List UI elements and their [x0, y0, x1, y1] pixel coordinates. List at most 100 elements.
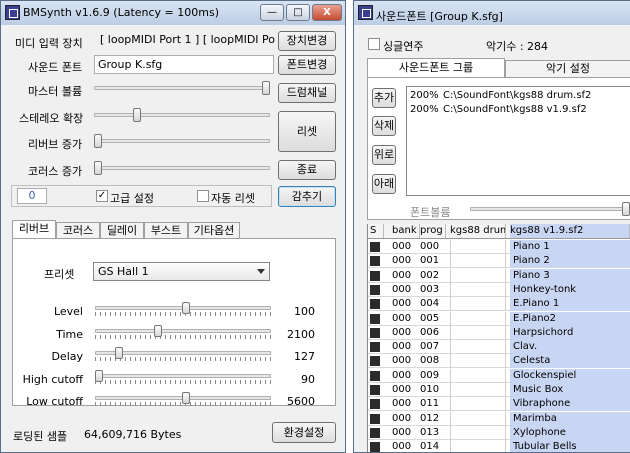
row-marker — [370, 313, 380, 324]
instrument-name: Harpsichord — [510, 325, 630, 340]
prog-cell: 011 — [420, 398, 440, 410]
table-row[interactable]: 000 011 Vibraphone — [368, 397, 630, 412]
table-row[interactable]: 000 002 Piano 3 — [368, 268, 630, 283]
add-button[interactable]: 추가 — [372, 88, 396, 108]
exit-button[interactable]: 종료 — [278, 160, 336, 180]
master-volume-label: 마스터 볼륨 — [28, 85, 83, 98]
title-bar[interactable]: BMSynth v1.6.9 (Latency = 100ms) — □ X — [1, 1, 345, 25]
slider-thumb[interactable] — [94, 161, 102, 175]
row-marker — [370, 270, 380, 281]
advanced-label: 고급 설정 — [110, 192, 154, 205]
drum-channel-button[interactable]: 드럼채널 — [278, 83, 336, 103]
slider-thumb[interactable] — [95, 369, 103, 382]
table-row[interactable]: 000 006 Harpsichord — [368, 325, 630, 340]
advanced-checkbox[interactable]: ✓ — [96, 190, 108, 202]
row-marker — [370, 399, 380, 410]
column-header[interactable]: kgs88 v1.9.sf2 — [510, 224, 630, 238]
param-slider[interactable] — [95, 392, 271, 407]
slider-thumb[interactable] — [182, 302, 190, 314]
slider-thumb[interactable] — [262, 81, 270, 95]
minimize-button[interactable]: — — [260, 4, 284, 21]
bank-cell: 000 — [392, 355, 412, 367]
move-up-button[interactable]: 위로 — [372, 145, 396, 165]
slider-thumb[interactable] — [115, 347, 123, 359]
table-row[interactable]: 000 012 Marimba — [368, 411, 630, 426]
table-row[interactable]: 000 014 Tubular Bells — [368, 440, 630, 452]
instrument-grid[interactable]: Sbankprog kgs88 drum.sf2 kgs88 v1.9.sf2 000… — [367, 224, 630, 452]
row-marker — [370, 356, 380, 367]
maximize-button[interactable]: □ — [286, 4, 310, 21]
font-list[interactable]: 200% C:\SoundFont\kgs88 drum.sf2 200% C:… — [406, 86, 630, 196]
auto-reset-checkbox[interactable] — [197, 190, 209, 202]
table-row[interactable]: 000 013 Xylophone — [368, 425, 630, 440]
close-button[interactable]: X — [312, 4, 342, 21]
tab-delay[interactable]: 딜레이 — [100, 222, 144, 239]
row-marker — [370, 299, 380, 310]
slider-thumb[interactable] — [133, 108, 141, 122]
app-icon — [358, 5, 373, 20]
prog-cell: 009 — [420, 369, 440, 381]
param-slider[interactable] — [95, 369, 271, 385]
change-font-button[interactable]: 폰트변경 — [278, 55, 336, 75]
param-value: 5600 — [287, 395, 315, 408]
change-device-button[interactable]: 장치변경 — [278, 31, 336, 51]
drum-cell — [450, 297, 506, 312]
slider-thumb[interactable] — [154, 324, 162, 337]
table-row[interactable]: 000 008 Celesta — [368, 354, 630, 369]
tab-boost[interactable]: 부스트 — [144, 222, 188, 239]
reset-button[interactable]: 리셋 — [278, 111, 336, 152]
instrument-name: Marimba — [510, 411, 630, 426]
master-volume-slider[interactable] — [94, 80, 270, 96]
table-row[interactable]: 000 005 E.Piano2 — [368, 311, 630, 326]
column-header[interactable]: S — [370, 224, 384, 238]
tab-other-options[interactable]: 기타옵션 — [188, 222, 240, 239]
instrument-name: Glockenspiel — [510, 368, 630, 383]
tab-reverb[interactable]: 리버브 — [12, 220, 56, 239]
row-marker — [370, 427, 380, 438]
bank-cell: 000 — [392, 426, 412, 438]
table-row[interactable]: 000 003 Honkey-tonk — [368, 282, 630, 297]
column-header[interactable]: bank — [392, 224, 420, 238]
single-play-checkbox[interactable] — [368, 38, 380, 50]
drum-cell — [450, 440, 506, 452]
param-slider[interactable] — [95, 302, 271, 317]
preset-select[interactable]: GS Hall 1 — [93, 262, 270, 281]
tab-chorus[interactable]: 코러스 — [56, 222, 100, 239]
column-header[interactable]: prog — [420, 224, 446, 238]
slider-thumb[interactable] — [182, 392, 190, 404]
delete-button[interactable]: 삭제 — [372, 116, 396, 136]
param-value: 127 — [294, 350, 315, 363]
table-row[interactable]: 000 007 Clav. — [368, 340, 630, 355]
counter-field[interactable]: 0 — [17, 188, 47, 204]
drum-cell — [450, 325, 506, 340]
slider-thumb[interactable] — [622, 202, 630, 216]
table-row[interactable]: 000 010 Music Box — [368, 383, 630, 397]
tab-instrument-settings[interactable]: 악기 설정 — [505, 60, 630, 78]
param-slider[interactable] — [95, 347, 271, 362]
param-slider[interactable] — [95, 324, 271, 340]
prog-cell: 002 — [420, 269, 440, 281]
reverb-gain-slider[interactable] — [94, 133, 270, 149]
env-settings-button[interactable]: 환경설정 — [272, 422, 336, 443]
font-volume-label: 폰트볼륨 — [410, 206, 451, 219]
table-row[interactable]: 000 001 Piano 2 — [368, 254, 630, 269]
table-row[interactable]: 000 000 Piano 1 — [368, 240, 630, 254]
hide-button[interactable]: 감추기 — [278, 186, 336, 207]
soundfont-field[interactable]: Group K.sfg — [94, 55, 274, 74]
tab-soundfont-group[interactable]: 사운드폰트 그룹 — [367, 58, 505, 78]
table-row[interactable]: 000 009 Glockenspiel — [368, 368, 630, 383]
app-icon — [5, 5, 20, 20]
font-volume-slider[interactable] — [470, 201, 630, 217]
move-down-button[interactable]: 아래 — [372, 174, 396, 194]
list-item-path: C:\SoundFont\kgs88 drum.sf2 — [443, 90, 592, 101]
reverb-panel: 프리셋 GS Hall 1 Level 100 Time 2100 Delay 127 Hi… — [12, 238, 336, 408]
stereo-slider[interactable] — [94, 107, 270, 123]
title-bar[interactable]: 사운드폰트 [Group K.sfg] — [354, 1, 630, 25]
slider-thumb[interactable] — [94, 134, 102, 148]
bank-cell: 000 — [392, 269, 412, 281]
table-row[interactable]: 000 004 E.Piano 1 — [368, 297, 630, 312]
drum-cell — [450, 425, 506, 440]
chorus-gain-slider[interactable] — [94, 160, 270, 176]
soundfont-panel: 싱글연주 악기수 : 284 사운드폰트 그룹 악기 설정 추가 삭제 위로 아… — [359, 26, 630, 452]
column-header[interactable]: kgs88 drum.sf2 — [450, 224, 506, 238]
